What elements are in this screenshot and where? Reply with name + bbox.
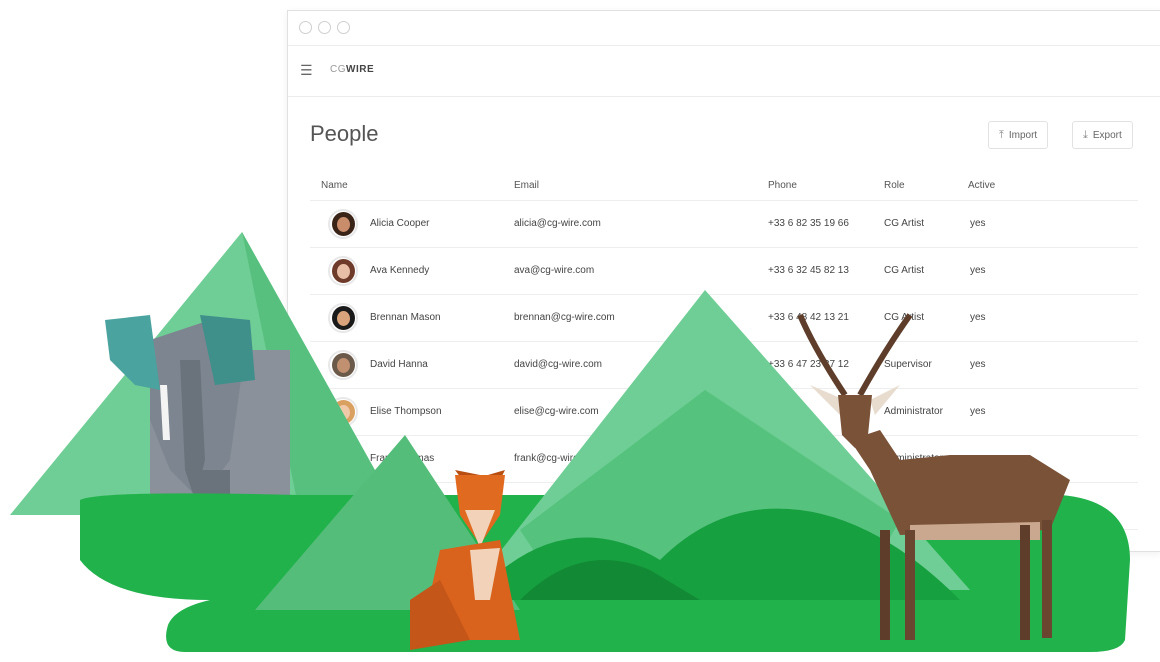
cell-role: CG Artist [884, 312, 925, 323]
cell-phone: +33 6 47 23 37 12 [768, 359, 849, 370]
cell-name: David Hanna [370, 359, 428, 370]
window-maximize-control[interactable] [337, 21, 350, 34]
table-row[interactable] [310, 482, 1138, 530]
logo-name: WIRE [346, 64, 375, 75]
cell-name: Brennan Mason [370, 312, 441, 323]
table-row[interactable]: Elise Thompson elise@cg-wire.com Administr… [310, 388, 1138, 436]
cell-role: CG Artist [884, 265, 925, 276]
avatar [328, 303, 358, 333]
export-icon: ⤓ [1083, 128, 1088, 141]
table-row[interactable]: Ava Kennedy ava@cg-wire.com +33 6 32 45 82… [310, 247, 1138, 295]
app-header: ☰ CGWIRE [288, 46, 1160, 97]
table-row[interactable]: Brennan Mason brennan@cg-wire.com +33 6 48… [310, 294, 1138, 342]
table-row[interactable]: David Hanna david@cg-wire.com +33 6 47 23 … [310, 341, 1138, 389]
cell-active: yes [970, 406, 986, 417]
cell-role: CG Artist [884, 218, 925, 229]
page-title: People [310, 121, 379, 146]
cell-email[interactable]: alicia@cg-wire.com [514, 218, 601, 229]
cell-active: yes [970, 453, 986, 464]
cell-email[interactable]: brennan@cg-wire.com [514, 312, 615, 323]
column-header-active[interactable]: Active [968, 180, 995, 191]
cell-role: Administrator [884, 453, 943, 464]
app-logo[interactable]: CGWIRE [330, 64, 374, 75]
cell-role: Supervisor [884, 359, 932, 370]
cell-phone: +33 6 82 35 19 66 [768, 218, 849, 229]
avatar [328, 397, 358, 427]
table-header: Name Email Phone Role Active [288, 175, 1160, 199]
import-icon: ⤒ [999, 128, 1004, 141]
cell-email[interactable]: frank@cg-wire.com [514, 453, 600, 464]
window-minimize-control[interactable] [318, 21, 331, 34]
cell-email[interactable]: elise@cg-wire.com [514, 406, 599, 417]
avatar [328, 538, 358, 568]
column-header-phone[interactable]: Phone [768, 180, 797, 191]
menu-icon[interactable]: ☰ [300, 62, 313, 79]
cell-email[interactable]: ava@cg-wire.com [514, 265, 594, 276]
cell-active: yes [970, 265, 986, 276]
browser-window: ☰ CGWIRE People ⤒ Import ⤓ Export Name E… [287, 10, 1160, 568]
avatar [328, 491, 358, 521]
cell-name: Elise Thompson [370, 406, 442, 417]
avatar [328, 350, 358, 380]
cell-active: yes [970, 312, 986, 323]
column-header-email[interactable]: Email [514, 180, 539, 191]
import-button[interactable]: ⤒ Import [988, 121, 1049, 149]
avatar [328, 256, 358, 286]
cell-name: Frank Thomas [370, 453, 435, 464]
window-close-control[interactable] [299, 21, 312, 34]
table-row[interactable]: yes [310, 529, 1138, 577]
cell-active: yes [970, 218, 986, 229]
export-button[interactable]: ⤓ Export [1072, 121, 1133, 149]
logo-prefix: CG [330, 64, 346, 75]
cell-email[interactable]: david@cg-wire.com [514, 359, 602, 370]
table-row[interactable]: Frank Thomas frank@cg-wire.com Administrat… [310, 435, 1138, 483]
cell-name: Ava Kennedy [370, 265, 430, 276]
table-row[interactable]: Alicia Cooper alicia@cg-wire.com +33 6 82 … [310, 200, 1138, 248]
avatar [328, 209, 358, 239]
cell-phone: +33 6 32 45 82 13 [768, 265, 849, 276]
column-header-role[interactable]: Role [884, 180, 905, 191]
cell-name: Alicia Cooper [370, 218, 430, 229]
cell-active: yes [970, 359, 986, 370]
cell-phone: +33 6 48 42 13 21 [768, 312, 849, 323]
cell-active: yes [970, 547, 986, 558]
column-header-name[interactable]: Name [321, 180, 348, 191]
import-label: Import [1008, 129, 1038, 141]
avatar [328, 444, 358, 474]
cell-role: Administrator [884, 406, 943, 417]
elephant-figure [105, 315, 290, 530]
window-titlebar [288, 11, 1160, 46]
export-label: Export [1092, 129, 1122, 141]
